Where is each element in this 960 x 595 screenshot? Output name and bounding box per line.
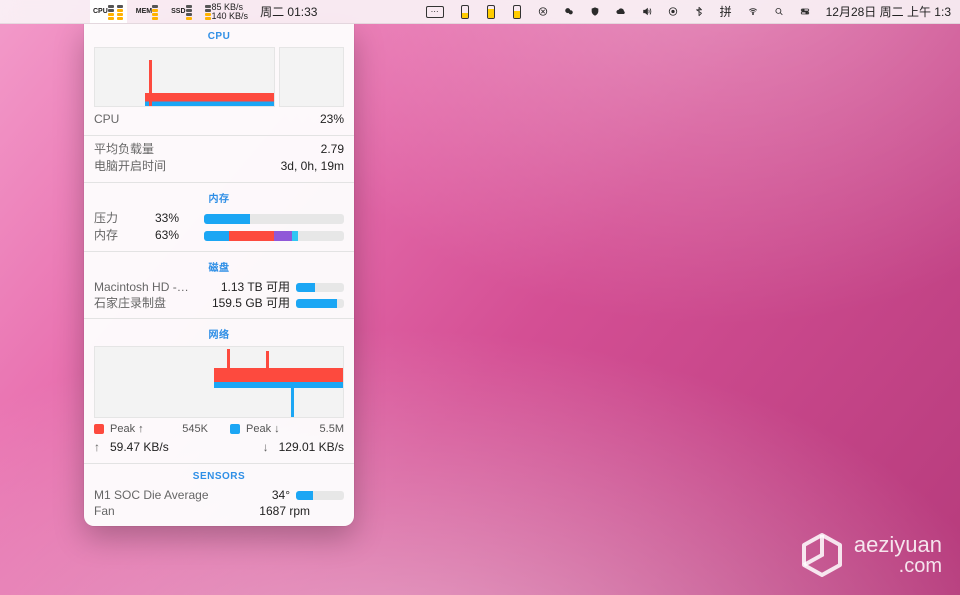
sensor-temp-label: M1 SOC Die Average (94, 487, 234, 503)
memory-pressure-label: 压力 (94, 210, 146, 227)
wechat-icon[interactable] (561, 0, 577, 23)
uptime-label: 电脑开启时间 (94, 158, 166, 175)
disk1-label: Macintosh HD -… (94, 279, 204, 295)
network-section-title: 网络 (94, 326, 344, 341)
tools-icon[interactable] (535, 0, 551, 23)
disk1-meter (296, 283, 344, 292)
cpu-section: CPU CPU 23% (84, 24, 354, 136)
disk2-value: 159.5 GB 可用 (210, 295, 290, 311)
loadavg-value: 2.79 (321, 141, 344, 158)
bluetooth-icon[interactable] (691, 0, 707, 23)
watermark: aeziyuan .com (798, 531, 942, 579)
sensor-temp-value: 34° (240, 487, 290, 503)
cpu-section-title: CPU (94, 31, 344, 42)
battery-indicator-3[interactable] (509, 0, 525, 23)
istat-dropdown-panel: CPU CPU 23% .cpu-chart .small i::before{… (84, 24, 354, 526)
net-dn-rate: 129.01 KB/s (279, 439, 344, 456)
volume-icon[interactable] (639, 0, 655, 23)
istat-ssd-menubar-item[interactable]: SSD (168, 0, 195, 23)
uptime-value: 3d, 0h, 19m (281, 158, 344, 175)
disk2-meter (296, 299, 344, 308)
sensor-fan-label: Fan (94, 503, 234, 519)
sensor-fan-value: 1687 rpm (240, 503, 310, 519)
cpu-loadavg-section: 平均负载量 2.79 电脑开启时间 3d, 0h, 19m (84, 136, 354, 183)
net-up-rate: 59.47 KB/s (110, 439, 169, 456)
sensors-section-title: SENSORS (94, 471, 344, 482)
peak-up-label: Peak ↑ (110, 423, 144, 435)
istat-net-menubar-item[interactable]: 85 KB/s 140 KB/s (202, 0, 252, 23)
watermark-line2: .com (854, 556, 942, 576)
memory-pressure-row[interactable]: 压力 33% (94, 210, 344, 227)
sensor-fan-row[interactable]: Fan 1687 rpm (94, 503, 344, 519)
disk1-value: 1.13 TB 可用 (210, 279, 290, 295)
istat-mem-menubar-item[interactable]: MEM (133, 0, 162, 23)
sensor-temp-meter (296, 491, 344, 500)
istat-cpu-menubar-item[interactable]: CPU (90, 0, 127, 23)
peak-dn-label: Peak ↓ (246, 423, 280, 435)
watermark-logo-icon (798, 531, 846, 579)
legend-download-swatch (230, 424, 240, 434)
battery-indicator-1[interactable] (457, 0, 473, 23)
shield-icon[interactable] (587, 0, 603, 23)
memory-pressure-pct: 33% (155, 210, 195, 227)
disk-section: 磁盘 Macintosh HD -… 1.13 TB 可用 石家庄录制盘 159… (84, 252, 354, 319)
menubar-net-down: 140 KB/s (212, 12, 249, 21)
cpu-label: CPU (94, 111, 119, 128)
cpu-per-core-chart (279, 47, 345, 107)
input-method-indicator[interactable]: 拼 (717, 0, 735, 23)
legend-upload-swatch (94, 424, 104, 434)
cpu-percent: 23% (320, 111, 344, 128)
menubar-date-time[interactable]: 12月28日 周二 上午 1:3 (823, 0, 954, 23)
battery-indicator-2[interactable] (483, 0, 499, 23)
memory-section: 内存 压力 33% 内存 63% (84, 183, 354, 252)
peak-up-value: 545K (150, 423, 208, 435)
spotlight-icon[interactable] (771, 0, 787, 23)
menu-bar: CPU MEM SSD 85 KB/s 140 KB/s 周二 01:33 (0, 0, 960, 24)
control-center-icon[interactable] (797, 0, 813, 23)
wifi-icon[interactable] (745, 0, 761, 23)
sensors-section: SENSORS M1 SOC Die Average 34° Fan 1687 … (84, 464, 354, 526)
disk2-label: 石家庄录制盘 (94, 295, 204, 311)
memory-pressure-meter (204, 214, 344, 224)
memory-usage-label: 内存 (94, 227, 146, 244)
network-history-chart[interactable] (94, 346, 344, 418)
loadavg-label: 平均负载量 (94, 141, 154, 158)
disk-row-1[interactable]: Macintosh HD -… 1.13 TB 可用 (94, 279, 344, 295)
memory-section-title: 内存 (94, 190, 344, 205)
net-dn-arrow: ↓ (263, 439, 269, 456)
cloud-icon[interactable] (613, 0, 629, 23)
memory-usage-row[interactable]: 内存 63% (94, 227, 344, 244)
peak-dn-value: 5.5M (286, 423, 344, 435)
cpu-history-chart[interactable] (94, 47, 344, 107)
memory-usage-meter (204, 231, 344, 241)
sensor-temp-row[interactable]: M1 SOC Die Average 34° (94, 487, 344, 503)
disk-row-2[interactable]: 石家庄录制盘 159.5 GB 可用 (94, 295, 344, 311)
network-peak-legend: Peak ↑ 545K Peak ↓ 5.5M (94, 423, 344, 435)
record-icon[interactable] (665, 0, 681, 23)
watermark-line1: aeziyuan (854, 534, 942, 556)
keyboard-battery-icon[interactable] (423, 0, 447, 23)
cpu-combined-chart (94, 47, 275, 107)
menubar-clock-istat[interactable]: 周二 01:33 (257, 0, 320, 23)
memory-usage-pct: 63% (155, 227, 195, 244)
network-section: 网络 Peak ↑ 545K Peak ↓ 5.5M ↑ 59.47 (84, 319, 354, 464)
net-up-arrow: ↑ (94, 439, 100, 456)
disk-section-title: 磁盘 (94, 259, 344, 274)
